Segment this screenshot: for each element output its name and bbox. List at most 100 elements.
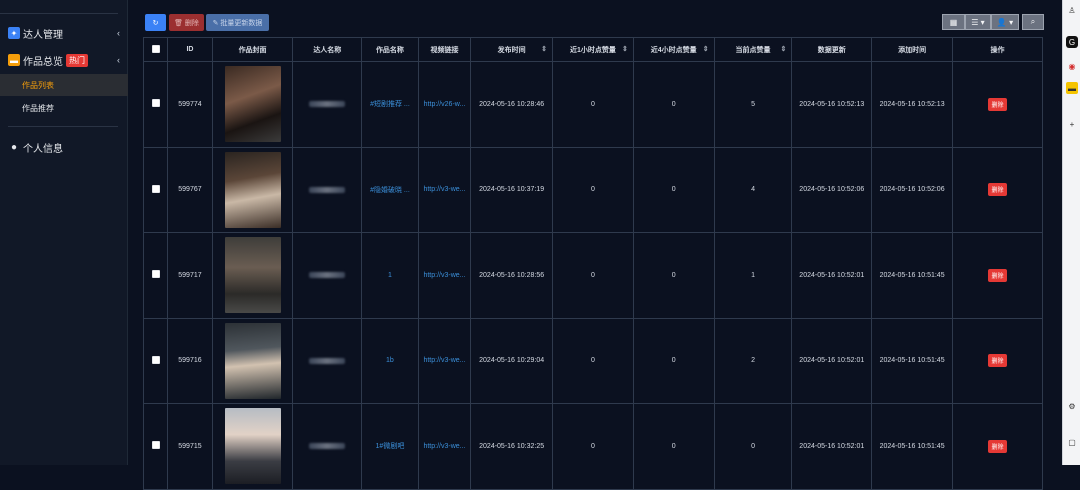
extension-icon[interactable]: G [1066, 36, 1078, 48]
search-icon: ⌕ [1030, 17, 1036, 26]
weibo-icon[interactable]: ◉ [1066, 60, 1078, 72]
row-checkbox[interactable] [151, 355, 160, 364]
publish-time-cell: 2024-05-16 10:28:56 [470, 232, 554, 319]
col-header-publish-time[interactable]: 发布时间 ⇕ [470, 37, 554, 62]
cover-cell [211, 403, 294, 490]
video-link-cell[interactable]: http://v3-we... [417, 317, 472, 404]
user-icon[interactable]: ♙ [1066, 4, 1078, 16]
work-name-cell[interactable]: 1#微剧吧 [361, 403, 419, 490]
row-select-cell[interactable] [142, 403, 169, 490]
cover-image[interactable] [224, 66, 281, 143]
row-delete-button[interactable]: 删除 [988, 97, 1007, 111]
sidebar-item-works-recommend[interactable]: 作品推荐 [0, 97, 128, 119]
talent-cell [292, 317, 363, 404]
cover-image[interactable] [224, 237, 281, 314]
sort-icon[interactable]: ⇕ [703, 45, 709, 53]
video-link-cell[interactable]: http://v26-w... [417, 61, 472, 148]
panel-toggle-icon[interactable]: ▢ [1066, 436, 1078, 448]
export-dropdown-button[interactable]: 👤 ▾ [991, 14, 1019, 30]
row-select-cell[interactable] [142, 146, 169, 233]
publish-time-cell: 2024-05-16 10:32:25 [470, 403, 554, 490]
work-name-cell[interactable]: 1 [361, 232, 419, 319]
sidebar-item-talent-management[interactable]: ✦ 达人管理 ‹ [0, 23, 128, 43]
gear-icon: ✦ [8, 27, 20, 39]
grid-icon: ▦ [949, 17, 958, 27]
work-name-cell[interactable]: 1b [361, 317, 419, 404]
sort-icon[interactable]: ⇕ [781, 45, 787, 53]
updated-cell: 2024-05-16 10:52:13 [791, 61, 873, 148]
hot-badge: 热门 [66, 53, 88, 67]
header-label: 当前点赞量 [735, 46, 771, 54]
col-header-likes-1h[interactable]: 近1小时点赞量 ⇕ [552, 37, 634, 62]
sidebar-item-label: 达人管理 [23, 29, 63, 41]
current-likes-cell: 2 [713, 317, 793, 404]
work-name-cell[interactable]: #隐婚破晓 ... [361, 146, 419, 233]
row-checkbox[interactable] [151, 270, 160, 279]
sort-icon[interactable]: ⇕ [541, 45, 547, 53]
sidebar-item-works-overview[interactable]: ▬ 作品总览 热门 ‹ [0, 50, 128, 70]
col-header-current-likes[interactable]: 当前点赞量 ⇕ [713, 37, 793, 62]
blurred-talent-name [309, 272, 346, 279]
row-checkbox[interactable] [151, 441, 160, 450]
refresh-button[interactable]: ↻ [145, 14, 166, 31]
select-all-checkbox[interactable] [151, 44, 160, 53]
current-likes-cell: 4 [713, 146, 793, 233]
row-delete-button[interactable]: 删除 [988, 354, 1007, 368]
video-link-cell[interactable]: http://v3-we... [417, 232, 472, 319]
sort-icon[interactable]: ⇕ [622, 45, 628, 53]
cover-image[interactable] [224, 408, 281, 485]
likes-1h-cell: 0 [552, 61, 634, 148]
sidebar-item-works-list[interactable]: 作品列表 [0, 74, 128, 96]
table-row: 599717 1 http://v3-we... 2024-05-16 10:2… [142, 232, 1043, 319]
added-cell: 2024-05-16 10:52:13 [871, 61, 953, 148]
row-delete-button[interactable]: 删除 [988, 439, 1007, 453]
row-checkbox[interactable] [151, 99, 160, 108]
blurred-talent-name [309, 443, 346, 450]
sidebar-subitem-label: 作品推荐 [22, 103, 54, 113]
sidebar-item-profile[interactable]: ● 个人信息 [0, 137, 128, 157]
col-header-talent: 达人名称 [292, 37, 363, 62]
user-export-icon: 👤 ▾ [996, 17, 1014, 27]
batch-update-button[interactable]: ✎ 批量更新数据 [206, 14, 269, 31]
col-header-likes-4h[interactable]: 近4小时点赞量 ⇕ [632, 37, 715, 62]
add-icon[interactable]: + [1066, 118, 1078, 130]
columns-dropdown-button[interactable]: ☰ ▾ [965, 14, 991, 30]
settings-icon[interactable]: ⚙ [1066, 400, 1078, 412]
video-link-cell[interactable]: http://v3-we... [417, 403, 472, 490]
talent-cell [292, 232, 363, 319]
publish-time-cell: 2024-05-16 10:28:46 [470, 61, 554, 148]
list-icon: ☰ ▾ [971, 17, 985, 27]
row-select-cell[interactable] [142, 61, 169, 148]
col-header-work-name: 作品名称 [361, 37, 419, 62]
id-cell: 599716 [167, 317, 213, 404]
row-delete-button[interactable]: 删除 [988, 183, 1007, 197]
cover-cell [211, 146, 294, 233]
current-likes-cell: 5 [713, 61, 793, 148]
video-link-cell[interactable]: http://v3-we... [417, 146, 472, 233]
col-header-id[interactable]: ID [167, 37, 213, 62]
table-row: 599715 1#微剧吧 http://v3-we... 2024-05-16 … [142, 403, 1043, 490]
row-checkbox[interactable] [151, 184, 160, 193]
extension-icon[interactable]: ▬ [1066, 82, 1078, 94]
row-select-cell[interactable] [142, 232, 169, 319]
likes-4h-cell: 0 [632, 232, 715, 319]
folder-icon: ▬ [8, 54, 20, 66]
row-select-cell[interactable] [142, 317, 169, 404]
col-header-actions: 操作 [952, 37, 1043, 62]
likes-1h-cell: 0 [552, 146, 634, 233]
search-button[interactable]: ⌕ [1022, 14, 1044, 30]
delete-button[interactable]: 🗑 删除 [169, 14, 204, 31]
talent-cell [292, 61, 363, 148]
cover-cell [211, 232, 294, 319]
row-delete-button[interactable]: 删除 [988, 268, 1007, 282]
cover-image[interactable] [224, 151, 281, 228]
work-name-cell[interactable]: #短剧推荐 ... [361, 61, 419, 148]
likes-4h-cell: 0 [632, 61, 715, 148]
cover-image[interactable] [224, 322, 281, 399]
grid-view-button[interactable]: ▦ [942, 14, 965, 30]
select-all-cell[interactable] [142, 37, 169, 62]
action-cell: 删除 [952, 317, 1043, 404]
header-label: 近1小时点赞量 [569, 46, 616, 54]
id-cell: 599717 [167, 232, 213, 319]
publish-time-cell: 2024-05-16 10:29:04 [470, 317, 554, 404]
